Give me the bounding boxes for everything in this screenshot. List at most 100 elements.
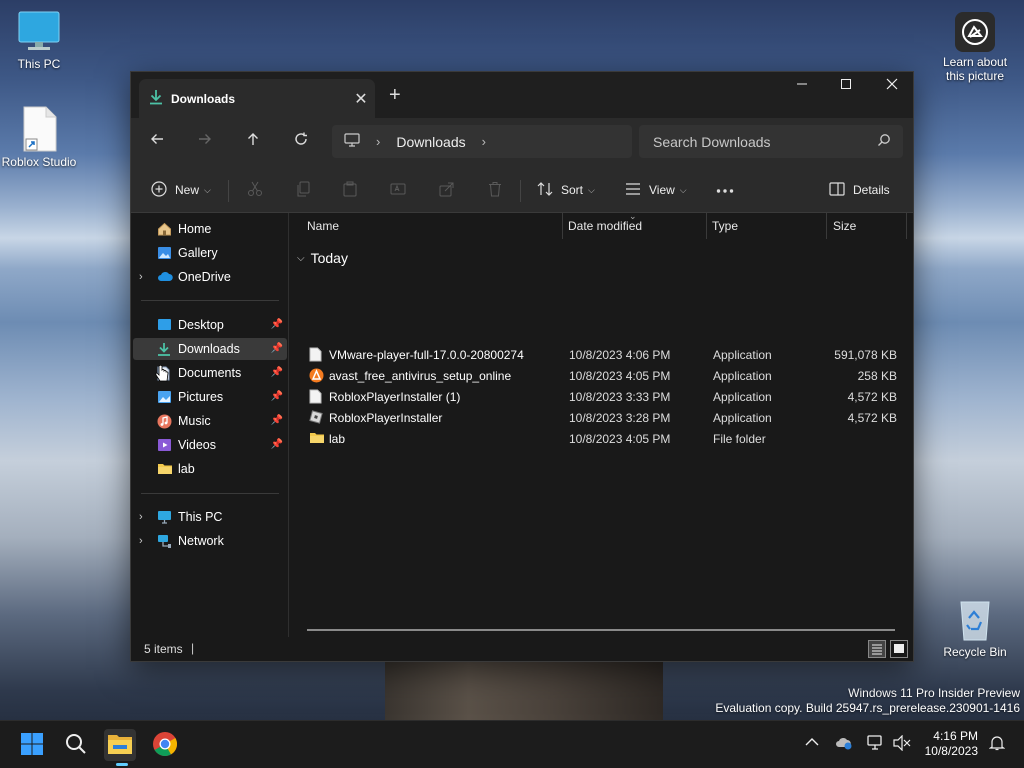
chevron-right-icon[interactable]: › (376, 134, 380, 149)
up-button[interactable] (238, 128, 268, 156)
pin-icon[interactable]: 📌 (271, 415, 283, 426)
notification-bell-icon[interactable] (988, 735, 1006, 754)
tab-title: Downloads (171, 91, 236, 106)
column-type[interactable]: Type (712, 219, 738, 233)
nav-item-onedrive[interactable]: › OneDrive (133, 266, 287, 288)
nav-item-gallery[interactable]: Gallery (133, 242, 287, 264)
view-label: View (649, 183, 675, 197)
clock-time: 4:16 PM (933, 729, 978, 743)
rename-icon (390, 181, 406, 200)
nav-label: Videos (178, 438, 216, 452)
minimize-button[interactable] (779, 72, 825, 102)
copy-icon (295, 181, 311, 200)
close-tab-icon[interactable]: ✕ (347, 89, 375, 109)
recycle-bin-icon (955, 596, 995, 642)
pin-icon[interactable]: 📌 (271, 367, 283, 378)
search-icon[interactable] (877, 133, 891, 150)
close-window-button[interactable] (869, 72, 915, 102)
status-bar: 5 items | (131, 637, 913, 661)
nav-item-pictures[interactable]: Pictures 📌 (133, 386, 287, 408)
pin-icon[interactable]: 📌 (271, 319, 283, 330)
details-pane-button[interactable]: Details (829, 175, 890, 205)
nav-item-home[interactable]: Home (133, 218, 287, 240)
search-placeholder: Search Downloads (653, 133, 771, 150)
file-row[interactable]: avast_free_antivirus_setup_online 10/8/2… (289, 365, 913, 386)
desktop-icon-label: Roblox Studio (1, 155, 77, 169)
taskbar-file-explorer[interactable] (104, 729, 136, 761)
view-button[interactable]: View ⌵ (625, 175, 687, 205)
pin-icon[interactable]: 📌 (271, 391, 283, 402)
desktop-icon-roblox-studio[interactable]: Roblox Studio (0, 106, 78, 169)
share-button[interactable] (439, 175, 455, 205)
horizontal-scrollbar[interactable] (307, 629, 895, 631)
back-button[interactable] (142, 128, 172, 156)
network-tray-icon[interactable] (867, 735, 885, 754)
new-tab-button[interactable]: + (389, 84, 401, 107)
share-icon (439, 181, 455, 200)
desktop-icon-recycle-bin[interactable]: Recycle Bin (936, 596, 1014, 659)
search-input[interactable]: Search Downloads (639, 125, 903, 158)
clipboard-icon (342, 181, 358, 200)
chevron-right-icon[interactable]: › (139, 511, 143, 523)
nav-item-music[interactable]: Music 📌 (133, 410, 287, 432)
paste-button[interactable] (342, 175, 358, 205)
pin-icon[interactable]: 📌 (271, 343, 283, 354)
nav-item-lab[interactable]: lab (133, 458, 287, 480)
column-size[interactable]: Size (833, 219, 856, 233)
pin-icon[interactable]: 📌 (271, 439, 283, 450)
breadcrumb[interactable]: › Downloads › (332, 125, 632, 158)
rename-button[interactable] (390, 175, 406, 205)
title-bar[interactable]: Downloads ✕ + (131, 72, 913, 118)
file-date: 10/8/2023 3:33 PM (569, 390, 671, 404)
chevron-right-icon[interactable]: › (139, 271, 143, 283)
column-divider[interactable] (826, 213, 827, 239)
file-row[interactable]: RobloxPlayerInstaller 10/8/2023 3:28 PM … (289, 407, 913, 428)
new-button[interactable]: New ⌵ (151, 175, 211, 205)
column-divider[interactable] (706, 213, 707, 239)
more-options-button[interactable] (716, 175, 734, 205)
breadcrumb-segment[interactable]: Downloads (396, 134, 465, 150)
navigation-pane: Home Gallery › OneDrive Desktop 📌 Downlo… (131, 213, 289, 637)
chevron-down-icon[interactable]: ⌵ (297, 253, 305, 264)
file-row[interactable]: VMware-player-full-17.0.0-20800274 10/8/… (289, 344, 913, 365)
file-row[interactable]: RobloxPlayerInstaller (1) 10/8/2023 3:33… (289, 386, 913, 407)
taskbar-search-button[interactable] (60, 729, 92, 761)
onedrive-tray-icon[interactable] (835, 736, 853, 753)
tiles-view-button[interactable] (890, 640, 908, 658)
clock[interactable]: 4:16 PM 10/8/2023 (925, 729, 978, 759)
tab-downloads[interactable]: Downloads ✕ (139, 79, 375, 118)
volume-muted-icon[interactable] (893, 734, 911, 754)
sort-button[interactable]: Sort ⌵ (537, 175, 595, 205)
nav-item-desktop[interactable]: Desktop 📌 (133, 314, 287, 336)
column-header: Name Date modified ⌄ Type Size (289, 211, 913, 239)
chevron-right-icon[interactable]: › (139, 535, 143, 547)
nav-label: Music (178, 414, 211, 428)
file-row[interactable]: lab 10/8/2023 4:05 PM File folder (289, 428, 913, 449)
desktop-icon-this-pc[interactable]: This PC (0, 10, 78, 71)
nav-item-videos[interactable]: Videos 📌 (133, 434, 287, 456)
maximize-button[interactable] (823, 72, 869, 102)
ellipsis-icon (716, 183, 734, 197)
chevron-right-icon[interactable]: › (482, 134, 486, 149)
group-header-today[interactable]: ⌵ Today (297, 250, 348, 266)
nav-item-network[interactable]: › Network (133, 530, 287, 552)
network-icon (157, 534, 172, 552)
cut-button[interactable] (247, 175, 263, 205)
address-bar: › Downloads › Search Downloads (131, 118, 913, 166)
copy-button[interactable] (295, 175, 311, 205)
show-hidden-icons-button[interactable] (805, 735, 819, 750)
column-divider[interactable] (562, 213, 563, 239)
refresh-button[interactable] (286, 128, 316, 156)
details-view-button[interactable] (868, 640, 886, 658)
taskbar-chrome[interactable] (149, 729, 181, 761)
column-name[interactable]: Name (307, 219, 339, 233)
nav-item-downloads[interactable]: Downloads 📌 (133, 338, 287, 360)
nav-item-this-pc[interactable]: › This PC (133, 506, 287, 528)
this-pc-icon[interactable] (344, 133, 360, 150)
forward-button[interactable] (190, 128, 220, 156)
learn-about-picture[interactable]: Learn about this picture (936, 12, 1014, 83)
music-icon (157, 414, 172, 432)
start-button[interactable] (16, 729, 48, 761)
delete-button[interactable] (487, 175, 503, 205)
column-divider[interactable] (906, 213, 907, 239)
